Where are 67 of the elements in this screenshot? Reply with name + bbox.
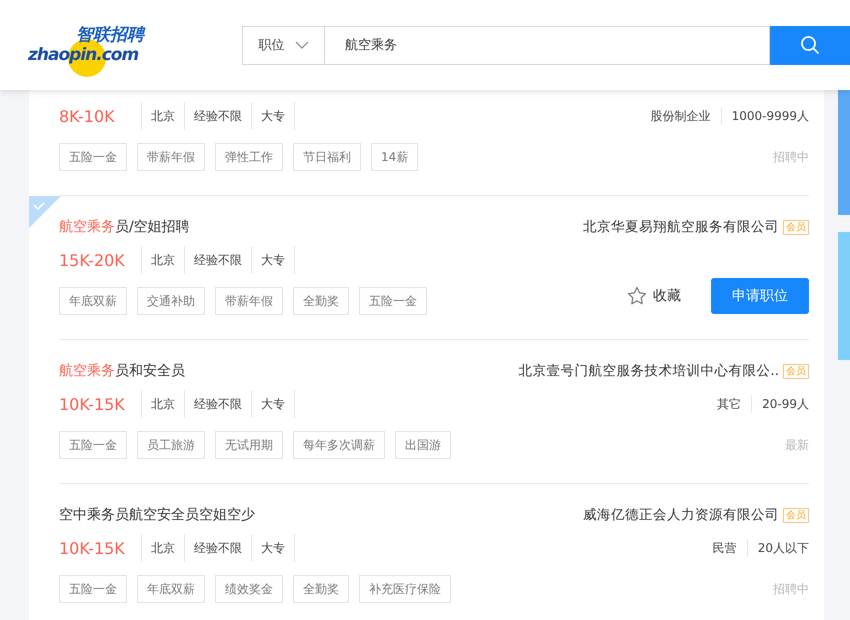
job-meta-text: 大专 [251, 102, 295, 130]
benefit-tag: 14薪 [371, 143, 418, 171]
benefit-tag: 带薪年假 [215, 287, 283, 315]
job-listing[interactable]: 航空乘务员和安全员 10K-15K 北京 经验不限 大专 五险一金 员工旅游 无试用期 每年多次调薪 出国游 北京壹号门航空服务技术培训中心有限公.. 会员 其它 20-99人 最新 [29, 340, 824, 484]
job-meta-text: 经验不限 [184, 390, 251, 418]
member-badge: 会员 [783, 508, 809, 522]
salary-text: 10K-15K [59, 394, 126, 414]
company-link[interactable]: 威海亿德正会人力资源有限公司 [583, 506, 779, 524]
job-meta-text: 北京 [141, 102, 184, 130]
company-meta-text: 股份制企业 [650, 108, 711, 125]
chevron-down-icon [294, 41, 308, 49]
benefit-tag: 每年多次调薪 [293, 431, 385, 459]
job-meta-text: 经验不限 [184, 102, 251, 130]
benefit-tag: 节日福利 [293, 143, 361, 171]
company-link[interactable]: 北京壹号门航空服务技术培训中心有限公.. [518, 362, 779, 380]
company-link[interactable]: 北京华夏易翔航空服务有限公司 [583, 218, 779, 236]
job-meta-text: 经验不限 [184, 534, 251, 562]
benefit-tag: 弹性工作 [215, 143, 283, 171]
checked-corner-icon[interactable] [29, 196, 61, 228]
side-tab[interactable] [838, 232, 850, 360]
status-text: 最新 [785, 436, 809, 454]
search-icon [800, 35, 820, 55]
search-field[interactable]: 职位 航空乘务 [242, 26, 770, 64]
job-meta-text: 北京 [141, 534, 184, 562]
apply-button[interactable]: 申请职位 [711, 278, 809, 314]
job-meta-text: 北京 [141, 390, 184, 418]
member-badge: 会员 [783, 364, 809, 378]
company-meta-text: 其它 [717, 396, 742, 413]
member-badge: 会员 [783, 220, 809, 234]
benefit-tag: 绩效奖金 [215, 575, 283, 603]
benefit-tag: 五险一金 [59, 143, 127, 171]
status-text: 招聘中 [773, 148, 809, 166]
benefit-tag: 五险一金 [59, 575, 127, 603]
benefit-tag: 带薪年假 [137, 143, 205, 171]
benefit-tag: 年底双薪 [137, 575, 205, 603]
benefit-tag: 员工旅游 [137, 431, 205, 459]
salary-text: 15K-20K [59, 250, 126, 270]
job-listing[interactable]: 8K-10K 北京 经验不限 大专 五险一金 带薪年假 弹性工作 节日福利 14薪 股份制企业 1000-9999人 招聘中 [29, 90, 824, 196]
status-text: 招聘中 [773, 580, 809, 598]
company-meta-text: 20人以下 [746, 539, 809, 557]
company-meta-text: 1000-9999人 [720, 107, 809, 125]
job-meta-text: 大专 [251, 246, 295, 274]
side-tab[interactable] [838, 90, 850, 215]
company-meta-text: 20-99人 [751, 395, 809, 413]
job-meta-text: 经验不限 [184, 246, 251, 274]
salary-text: 10K-15K [59, 538, 126, 558]
job-meta-text: 北京 [141, 246, 184, 274]
job-title-link[interactable]: 空中乘务员航空安全员空姐空少 [59, 502, 451, 528]
benefit-tag: 全勤奖 [293, 287, 349, 315]
job-meta-text: 大专 [251, 534, 295, 562]
favorite-button[interactable]: 收藏 [627, 286, 681, 306]
job-meta-text: 大专 [251, 390, 295, 418]
star-icon [627, 286, 647, 306]
search-button[interactable] [770, 26, 850, 64]
salary-text: 8K-10K [59, 106, 116, 126]
job-title-link[interactable]: 航空乘务员/空姐招聘 [59, 214, 427, 240]
benefit-tag: 全勤奖 [293, 575, 349, 603]
benefit-tag: 交通补助 [137, 287, 205, 315]
job-title-link[interactable]: 航空乘务员和安全员 [59, 358, 451, 384]
benefit-tag: 出国游 [395, 431, 451, 459]
company-meta-text: 民营 [712, 540, 737, 557]
job-listing[interactable]: 航空乘务员/空姐招聘 15K-20K 北京 经验不限 大专 年底双薪 交通补助 带薪年假 全勤奖 五险一金 北京华夏易翔航空服务有限公司 会员 收藏 申请职位 [29, 196, 824, 340]
benefit-tag: 五险一金 [359, 287, 427, 315]
benefit-tag: 无试用期 [215, 431, 283, 459]
benefit-tag: 补充医疗保险 [359, 575, 451, 603]
benefit-tag: 年底双薪 [59, 287, 127, 315]
benefit-tag: 五险一金 [59, 431, 127, 459]
